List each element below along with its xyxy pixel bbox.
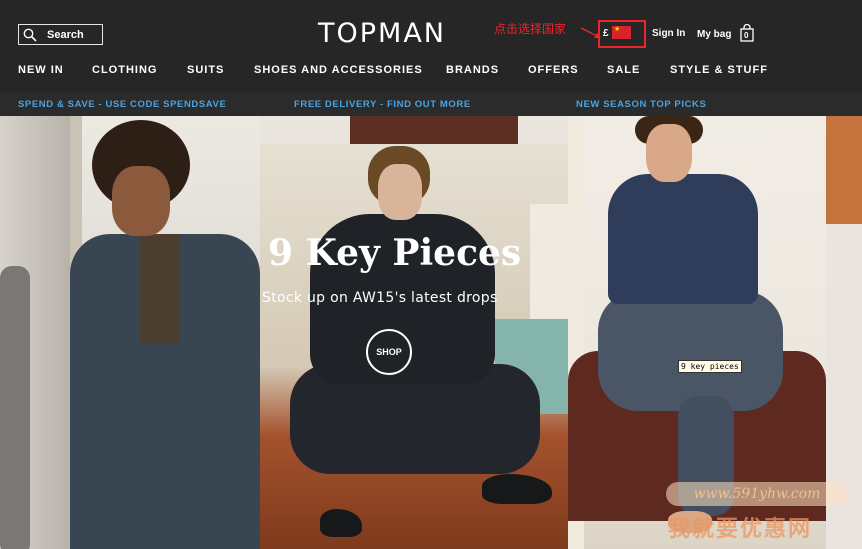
nav-item-clothing[interactable]: CLOTHING	[92, 64, 157, 76]
watermark-text: 我就要优惠网	[668, 517, 813, 542]
china-flag-icon[interactable]: ★	[612, 26, 631, 39]
my-bag-link[interactable]: My bag	[697, 29, 731, 40]
site-header: Search TOPMAN 点击选择国家 £ ★ Sign In My bag …	[0, 0, 862, 92]
nav-item-sale[interactable]: SALE	[607, 64, 640, 76]
nav-item-new-in[interactable]: NEW IN	[18, 64, 64, 76]
nav-item-shoes-and-accessories[interactable]: SHOES AND ACCESSORIES	[254, 64, 423, 76]
watermark-url: www.591yhw.com	[666, 482, 848, 506]
country-annotation-text: 点击选择国家	[494, 22, 567, 36]
shop-button-label: SHOP	[376, 347, 402, 357]
currency-symbol[interactable]: £	[603, 28, 609, 39]
hero-photo-top-strip	[260, 116, 568, 144]
watermark-url-text: www.591yhw.com	[693, 486, 821, 502]
promo-spend-save[interactable]: SPEND & SAVE - USE CODE SPENDSAVE	[18, 99, 226, 110]
hero-photo-left-edge	[0, 116, 70, 549]
nav-item-suits[interactable]: SUITS	[187, 64, 224, 76]
flag-star-icon: ★	[614, 26, 621, 33]
nav-item-brands[interactable]: BRANDS	[446, 64, 499, 76]
nav-item-style-and-stuff[interactable]: STYLE & STUFF	[670, 64, 768, 76]
hero-photo-suit-model	[70, 116, 260, 549]
sign-in-link[interactable]: Sign In	[652, 28, 685, 39]
bag-count: 0	[744, 31, 749, 40]
main-nav: NEW IN CLOTHING SUITS SHOES AND ACCESSOR…	[0, 64, 862, 78]
hero-banner[interactable]: 9 Key Pieces Stock up on AW15's latest d…	[0, 116, 862, 549]
hero-title: 9 Key Pieces	[268, 232, 522, 274]
search-icon	[23, 28, 37, 42]
hero-subtitle: Stock up on AW15's latest drops	[262, 290, 498, 306]
promo-new-season[interactable]: NEW SEASON TOP PICKS	[576, 99, 706, 110]
promo-free-delivery[interactable]: FREE DELIVERY - FIND OUT MORE	[294, 99, 471, 110]
search-label: Search	[47, 28, 84, 41]
shop-button[interactable]: SHOP	[366, 329, 412, 375]
hero-tooltip: 9 key pieces	[678, 360, 742, 373]
hero-photo-center-model	[260, 144, 568, 549]
nav-item-offers[interactable]: OFFERS	[528, 64, 579, 76]
topman-logo[interactable]: TOPMAN	[318, 18, 446, 49]
search-button[interactable]: Search	[18, 24, 103, 45]
promo-bar: SPEND & SAVE - USE CODE SPENDSAVE FREE D…	[0, 92, 862, 116]
